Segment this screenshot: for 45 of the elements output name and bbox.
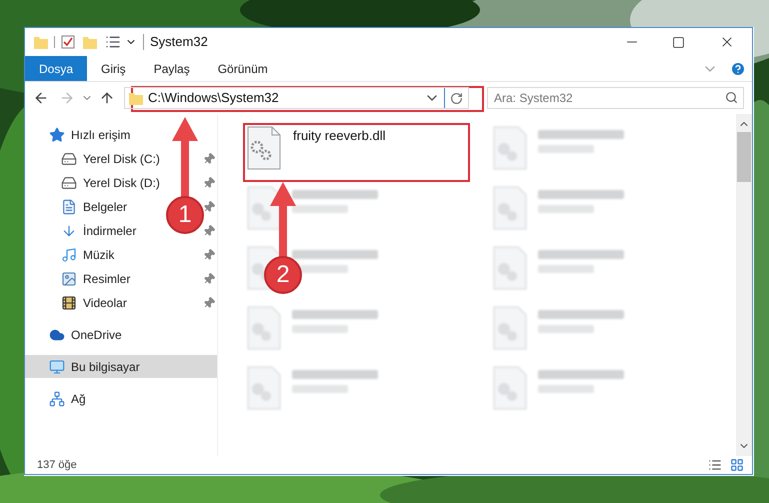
drive-icon [61, 174, 77, 190]
videos-icon [61, 294, 77, 310]
maximize-icon[interactable] [672, 36, 685, 48]
file-name: fruity reeverb.dll [293, 127, 386, 145]
details-icon[interactable] [105, 34, 121, 50]
file-item[interactable]: fruity reeverb.dll [247, 126, 390, 174]
search-field[interactable]: Ara: System32 [487, 87, 744, 109]
large-icons-view-icon[interactable] [730, 458, 744, 472]
documents-icon [61, 198, 77, 214]
ribbon-tab[interactable]: Dosya [25, 56, 88, 81]
settings-file-icon [247, 126, 281, 170]
ribbon-tab[interactable]: Görünüm [204, 56, 282, 81]
scrollbar[interactable] [736, 114, 752, 456]
star-icon [49, 126, 65, 142]
window-title: System32 [150, 33, 208, 52]
sidebar-item[interactable]: Yerel Disk (D:) [83, 174, 160, 192]
sidebar-item[interactable]: Hızlı erişim [25, 123, 217, 146]
sidebar-item[interactable]: Yerel Disk (C:) [83, 150, 160, 168]
help-icon[interactable] [730, 60, 746, 76]
sidebar-item[interactable]: Ağ [25, 387, 217, 410]
item-count: 137 öğe [37, 458, 78, 473]
sidebar-item[interactable]: İndirmeler [83, 222, 136, 240]
ribbon-tab[interactable]: Giriş [87, 56, 140, 81]
back-icon[interactable] [33, 90, 49, 106]
sidebar-item[interactable]: Belgeler [83, 198, 128, 216]
scroll-thumb[interactable] [737, 132, 751, 182]
computer-icon [49, 358, 65, 374]
refresh-icon[interactable] [450, 92, 463, 104]
sidebar-item[interactable]: Resimler [83, 270, 130, 288]
address-bar[interactable]: C:\Windows\System32 [124, 87, 469, 109]
address-path: C:\Windows\System32 [148, 89, 279, 108]
sidebar-item[interactable]: OneDrive [25, 323, 217, 346]
properties-icon[interactable] [61, 35, 75, 49]
music-icon [61, 246, 77, 262]
sidebar-item[interactable]: Videolar [83, 294, 127, 312]
up-icon[interactable] [99, 90, 115, 106]
ribbon-tab[interactable]: Paylaş [140, 56, 204, 81]
sidebar-item[interactable]: Müzik [83, 246, 114, 264]
sidebar-item[interactable]: Bu bilgisayar [25, 355, 217, 378]
network-icon [49, 390, 65, 406]
folder-icon [129, 91, 143, 105]
search-icon[interactable] [725, 91, 738, 104]
pictures-icon [61, 270, 77, 286]
system-drive-icon [61, 150, 77, 166]
details-view-icon[interactable] [708, 458, 722, 472]
